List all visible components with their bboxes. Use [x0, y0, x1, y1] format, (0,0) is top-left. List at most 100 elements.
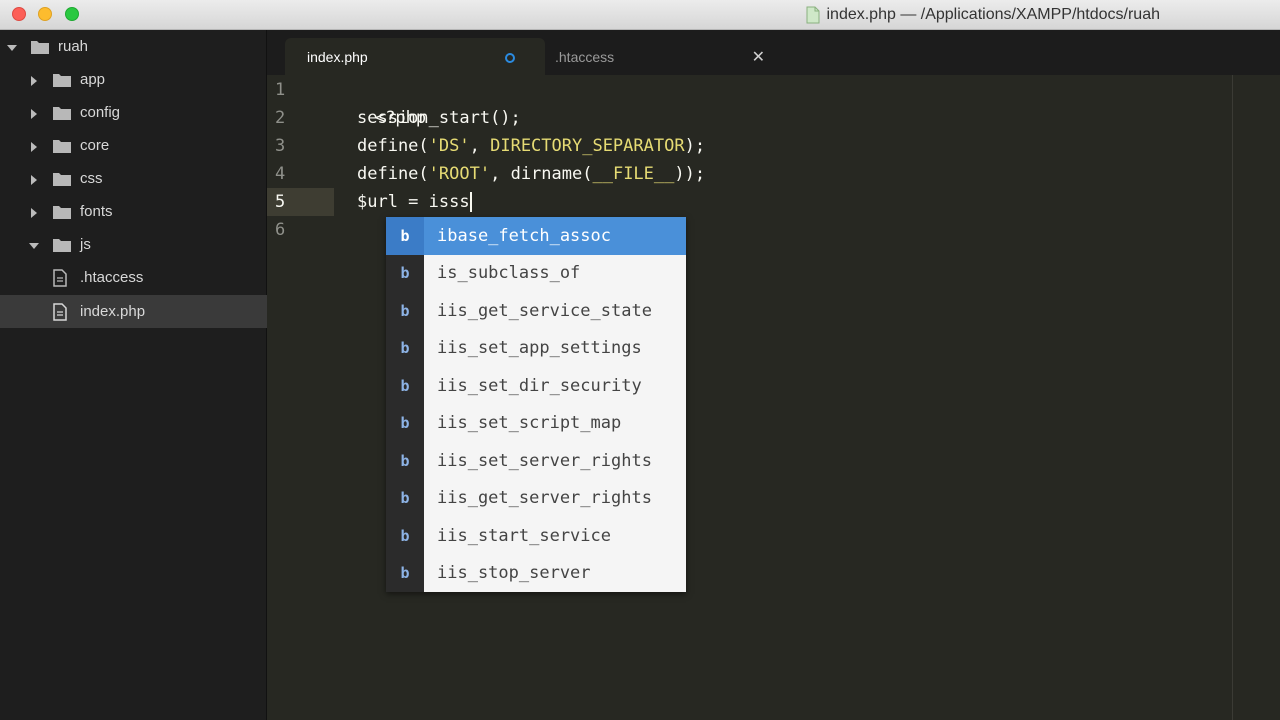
autocomplete-item[interactable]: b ibase_fetch_assoc — [386, 217, 686, 255]
folder-icon — [30, 39, 50, 55]
completion-text: iis_stop_server — [437, 563, 591, 584]
chevron-right-icon — [28, 140, 40, 152]
autocomplete-item[interactable]: b iis_set_script_map — [386, 404, 686, 442]
file-tree-sidebar: ruah app config core css fonts js .htacc… — [0, 30, 267, 720]
tree-label: app — [80, 71, 106, 88]
autocomplete-item[interactable]: b iis_set_dir_security — [386, 367, 686, 405]
autocomplete-item[interactable]: b iis_get_service_state — [386, 292, 686, 330]
window-title-group: index.php — /Applications/XAMPP/htdocs/r… — [806, 6, 1160, 24]
code-text: $url = isss — [357, 192, 470, 212]
line-number: 6 — [275, 220, 286, 240]
kind-badge: b — [386, 217, 424, 255]
tree-file-htaccess[interactable]: .htaccess — [0, 261, 267, 294]
tree-label: css — [80, 170, 103, 187]
code-punct: )); — [674, 164, 706, 184]
chevron-right-icon — [28, 74, 40, 86]
autocomplete-item[interactable]: b iis_stop_server — [386, 554, 686, 592]
kind-badge: b — [386, 517, 424, 555]
folder-icon — [52, 204, 72, 220]
function-name: session_start — [357, 108, 491, 128]
code-line-1: <?php — [334, 76, 426, 128]
kind-badge: b — [386, 329, 424, 367]
autocomplete-popup[interactable]: b ibase_fetch_assoc b is_subclass_of b i… — [386, 217, 686, 592]
code-punct: , — [490, 164, 511, 184]
line-number: 5 — [275, 192, 286, 212]
chevron-right-icon — [28, 173, 40, 185]
folder-icon — [52, 237, 72, 253]
tree-label: js — [80, 236, 91, 253]
code-line-3: define('DS', DIRECTORY_SEPARATOR); — [357, 132, 705, 160]
code-line-2: session_start(); — [357, 104, 521, 132]
code-line-4: define('ROOT', dirname(__FILE__)); — [357, 160, 705, 188]
file-icon — [52, 268, 68, 287]
autocomplete-item[interactable]: b iis_set_app_settings — [386, 329, 686, 367]
tree-file-index-php[interactable]: index.php — [0, 295, 267, 328]
ruler-guide — [1232, 75, 1233, 720]
code-punct: , — [469, 136, 491, 156]
title-bar: index.php — /Applications/XAMPP/htdocs/r… — [0, 0, 1280, 30]
code-punct: ( — [418, 136, 429, 156]
line-gutter: 1 2 3 4 5 6 — [267, 75, 334, 720]
tab-htaccess[interactable]: .htaccess ✕ — [537, 38, 787, 75]
kind-badge: b — [386, 442, 424, 480]
tree-label: config — [80, 104, 121, 121]
chevron-down-icon — [6, 41, 18, 53]
line-number: 4 — [275, 164, 286, 184]
folder-icon — [52, 138, 72, 154]
tree-label: ruah — [58, 38, 89, 55]
tree-label: index.php — [80, 303, 146, 320]
tab-label: index.php — [307, 48, 368, 65]
completion-text: iis_set_server_rights — [437, 450, 652, 471]
function-name: define — [357, 164, 419, 184]
completion-text: iis_get_service_state — [437, 300, 652, 321]
completion-text: ibase_fetch_assoc — [437, 225, 611, 246]
code-punct: ( — [582, 164, 593, 184]
function-name: define — [357, 136, 419, 156]
completion-text: iis_set_app_settings — [437, 338, 642, 359]
kind-badge: b — [386, 554, 424, 592]
autocomplete-item[interactable]: b iis_set_server_rights — [386, 442, 686, 480]
php-file-icon — [806, 6, 820, 24]
string-literal: 'ROOT' — [428, 164, 491, 184]
code-punct: ); — [684, 136, 706, 156]
tree-folder-config[interactable]: config — [0, 96, 267, 129]
folder-icon — [52, 171, 72, 187]
tree-label: .htaccess — [80, 269, 144, 286]
chevron-right-icon — [28, 107, 40, 119]
line-number: 1 — [275, 80, 286, 100]
tree-folder-css[interactable]: css — [0, 162, 267, 195]
close-window-button[interactable] — [12, 7, 26, 21]
unsaved-dot-icon[interactable] — [505, 53, 515, 63]
tree-folder-js[interactable]: js — [0, 228, 267, 261]
tab-label: .htaccess — [555, 48, 615, 65]
chevron-right-icon — [28, 206, 40, 218]
text-cursor — [469, 192, 472, 212]
constant-name: __FILE__ — [592, 164, 675, 184]
line-number: 2 — [275, 108, 286, 128]
file-icon — [52, 302, 68, 321]
constant-name: DIRECTORY_SEPARATOR — [490, 136, 685, 156]
autocomplete-item[interactable]: b iis_get_server_rights — [386, 479, 686, 517]
tree-folder-core[interactable]: core — [0, 129, 267, 162]
maximize-window-button[interactable] — [65, 7, 79, 21]
tab-bar: index.php .htaccess ✕ — [267, 30, 1280, 75]
code-punct: (); — [490, 108, 521, 128]
tab-index-php[interactable]: index.php — [285, 38, 545, 75]
folder-icon — [52, 105, 72, 121]
completion-text: iis_set_script_map — [437, 413, 622, 434]
close-tab-icon[interactable]: ✕ — [752, 47, 765, 67]
tree-folder-app[interactable]: app — [0, 63, 267, 96]
code-punct: ( — [418, 164, 429, 184]
kind-badge: b — [386, 254, 424, 292]
function-name: dirname — [510, 164, 583, 184]
completion-text: iis_get_server_rights — [437, 488, 652, 509]
minimize-window-button[interactable] — [38, 7, 52, 21]
kind-badge: b — [386, 479, 424, 517]
autocomplete-item[interactable]: b iis_start_service — [386, 517, 686, 555]
string-literal: 'DS' — [428, 136, 470, 156]
completion-text: is_subclass_of — [437, 263, 581, 284]
chevron-down-icon — [28, 239, 40, 251]
tree-root-ruah[interactable]: ruah — [0, 30, 267, 63]
tree-folder-fonts[interactable]: fonts — [0, 195, 267, 228]
autocomplete-item[interactable]: b is_subclass_of — [386, 254, 686, 292]
